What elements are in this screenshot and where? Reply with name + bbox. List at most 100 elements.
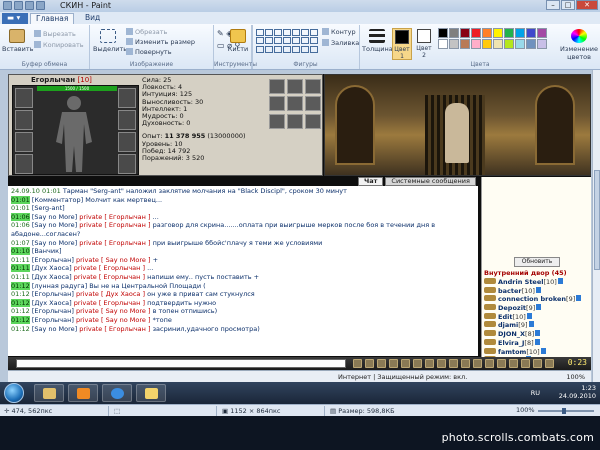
game-icon[interactable]: [437, 359, 446, 368]
language-indicator[interactable]: RU: [531, 389, 540, 397]
player-name[interactable]: connection broken: [498, 295, 566, 303]
chat-private-target[interactable]: private [ Егорлычан ]: [79, 213, 150, 221]
chat-time[interactable]: 01:11: [11, 256, 30, 264]
player-info-icon[interactable]: [526, 312, 532, 319]
chat-log[interactable]: 24.09.10 01:01 Тарман "Serg-ant" наложил…: [8, 186, 478, 356]
scroll-thumb[interactable]: [594, 170, 600, 270]
game-icon[interactable]: [509, 359, 518, 368]
color1-button[interactable]: Цвет 1: [392, 28, 412, 60]
chat-nick[interactable]: [Serg-ant]: [32, 204, 65, 212]
vertical-scrollbar[interactable]: [592, 70, 600, 382]
chat-private-target[interactable]: private [ Егорлычан ]: [74, 273, 145, 281]
palette-swatch[interactable]: [526, 28, 536, 38]
chat-time[interactable]: 01:01: [11, 195, 30, 204]
chat-tab[interactable]: Чат: [358, 177, 384, 186]
taskbar-ie[interactable]: [102, 384, 132, 402]
player-info-icon[interactable]: [534, 338, 540, 345]
chat-time[interactable]: 01:10: [11, 247, 30, 256]
palette-swatch[interactable]: [482, 28, 492, 38]
paste-button[interactable]: Вставить: [2, 29, 33, 57]
chat-time[interactable]: 01:12: [11, 281, 30, 290]
game-icon[interactable]: [425, 359, 434, 368]
clock[interactable]: 1:23 24.09.2010: [559, 384, 596, 400]
refresh-button[interactable]: Обновить: [514, 257, 560, 267]
color2-button[interactable]: Цвет 2: [414, 28, 434, 60]
player-info-icon[interactable]: [557, 278, 563, 284]
player-name[interactable]: Depozit: [498, 304, 526, 312]
chat-time[interactable]: 01:12: [11, 290, 30, 298]
chat-nick[interactable]: [Дух Хаоса]: [32, 299, 72, 307]
game-icon[interactable]: [413, 359, 422, 368]
chat-nick[interactable]: [Комментатор]: [32, 196, 83, 204]
palette-swatch[interactable]: [438, 39, 448, 49]
chat-private-target[interactable]: private [ Дух Хаоса ]: [76, 290, 145, 298]
player-name[interactable]: Edit: [498, 313, 512, 321]
player-name[interactable]: djami: [498, 321, 518, 329]
close-button[interactable]: ✕: [576, 0, 598, 10]
taskbar-paint[interactable]: [136, 384, 166, 402]
save-icon[interactable]: [14, 1, 23, 10]
zoom-track[interactable]: [538, 410, 594, 412]
player-list-item[interactable]: Andrin Steel[10]: [484, 278, 590, 287]
player-list-item[interactable]: Edit[10]: [484, 312, 590, 322]
tab-home[interactable]: Главная: [30, 13, 75, 24]
palette-swatch[interactable]: [460, 39, 470, 49]
chat-time[interactable]: 01:12: [11, 298, 30, 307]
chat-private-target[interactable]: private [ Say no More ]: [76, 316, 151, 324]
chat-input[interactable]: [16, 359, 346, 368]
game-icon[interactable]: [389, 359, 398, 368]
player-list-item[interactable]: DJON_X[8]: [484, 330, 590, 339]
chat-private-target[interactable]: private [ Егорлычан ]: [79, 239, 150, 247]
player-info-icon[interactable]: [535, 286, 541, 293]
chat-time[interactable]: 01:12: [11, 325, 30, 333]
chat-nick[interactable]: [Егорлычан]: [32, 307, 74, 315]
resize-button[interactable]: Изменить размер: [126, 38, 195, 46]
palette-swatch[interactable]: [504, 39, 514, 49]
chat-private-target[interactable]: private [ Егорлычан ]: [79, 221, 150, 229]
chat-private-target[interactable]: private [ Say no More ]: [76, 307, 151, 315]
game-icon[interactable]: [521, 359, 530, 368]
game-icon[interactable]: [473, 359, 482, 368]
player-list-item[interactable]: djami[9]: [484, 321, 590, 330]
redo-icon[interactable]: [36, 1, 45, 10]
palette-swatch[interactable]: [493, 39, 503, 49]
palette-swatch[interactable]: [460, 28, 470, 38]
zoom-slider[interactable]: 100%: [516, 406, 594, 414]
chat-nick[interactable]: [Say no More]: [32, 221, 77, 229]
player-info-icon[interactable]: [536, 304, 542, 311]
game-icon[interactable]: [545, 359, 554, 368]
chat-time[interactable]: 01:06: [11, 221, 30, 229]
palette-swatch[interactable]: [515, 39, 525, 49]
player-info-icon[interactable]: [535, 330, 541, 337]
chat-private-target[interactable]: private [ Егорлычан ]: [79, 325, 150, 333]
chat-nick[interactable]: [Дух Хаоса]: [32, 273, 72, 281]
player-name[interactable]: Andrin Steel: [498, 278, 543, 286]
taskbar-explorer[interactable]: [34, 384, 64, 402]
player-list-item[interactable]: Depozit[9]: [484, 304, 590, 313]
game-icon[interactable]: [485, 359, 494, 368]
player-name[interactable]: Elvira_J: [498, 339, 524, 347]
palette-swatch[interactable]: [438, 28, 448, 38]
copy-button[interactable]: Копировать: [34, 41, 84, 49]
player-name[interactable]: famtom: [498, 348, 526, 356]
chat-time[interactable]: 01:07: [11, 239, 30, 247]
crop-button[interactable]: Обрезать: [126, 28, 167, 36]
rotate-button[interactable]: Повернуть: [126, 48, 172, 56]
color-palette[interactable]: [438, 28, 547, 49]
minimize-button[interactable]: –: [546, 0, 560, 10]
player-info-icon[interactable]: [576, 295, 582, 302]
palette-swatch[interactable]: [449, 28, 459, 38]
browser-zoom[interactable]: 100%: [566, 373, 585, 381]
brushes-button[interactable]: Кисти: [223, 29, 253, 57]
game-icon[interactable]: [377, 359, 386, 368]
chat-nick[interactable]: [Say no More]: [32, 213, 77, 221]
system-messages-tab[interactable]: Системные сообщения: [385, 177, 476, 186]
taskbar-media[interactable]: [68, 384, 98, 402]
palette-swatch[interactable]: [526, 39, 536, 49]
chat-private-target[interactable]: private [ Егорлычан ]: [74, 299, 145, 307]
game-icon[interactable]: [365, 359, 374, 368]
palette-swatch[interactable]: [537, 28, 547, 38]
chat-time[interactable]: 01:11: [11, 264, 30, 273]
game-icon[interactable]: [461, 359, 470, 368]
palette-swatch[interactable]: [493, 28, 503, 38]
